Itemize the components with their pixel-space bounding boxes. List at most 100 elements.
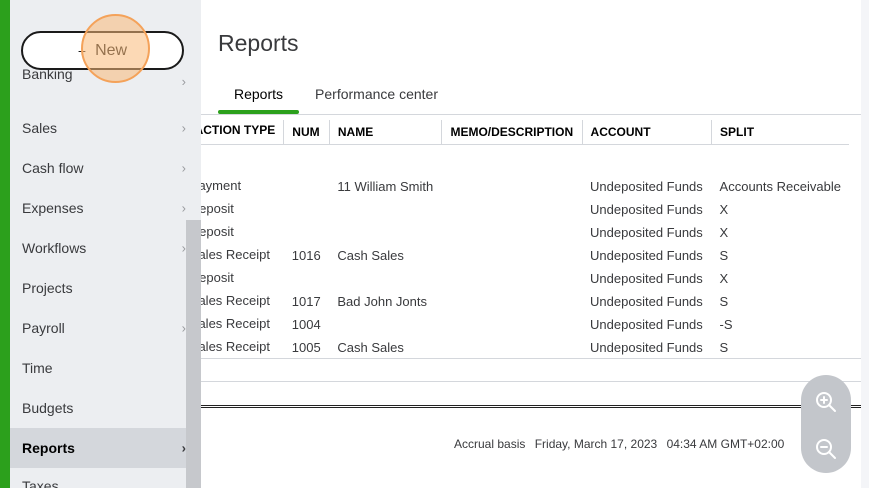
table-cell: [329, 198, 442, 221]
sidebar-item-cash-flow[interactable]: Cash flow ›: [10, 148, 191, 188]
transaction-type-text: Sales Receipt: [201, 315, 270, 331]
report-table: TRANSACTION TYPE NUM NAME MEMO/DESCRIPTI…: [201, 120, 849, 359]
sidebar-item-reports[interactable]: Reports ›: [10, 428, 191, 468]
sidebar-nav: Banking › Sales › Cash flow › Expenses ›…: [10, 68, 191, 488]
table-row[interactable]: Payment 11 William Smith Undeposited Funds…: [201, 175, 849, 198]
table-cell: [442, 175, 582, 198]
main-content: Reports Reports Performance center TRANS…: [201, 0, 869, 488]
brand-accent-bar: [0, 0, 10, 488]
table-cell: 1016: [291, 248, 321, 263]
tab-reports[interactable]: Reports: [218, 78, 300, 114]
table-cell: [442, 221, 582, 244]
tab-bar: Reports Performance center: [218, 78, 454, 114]
table-cell: Cash Sales: [337, 340, 404, 355]
accounting-basis: Accrual basis: [454, 437, 526, 451]
transaction-type-text: Payment: [201, 177, 242, 193]
table-cell: S: [719, 294, 729, 309]
table-cell: 11 William Smith: [337, 179, 434, 194]
transaction-type-text: Deposit: [201, 223, 234, 239]
sidebar-item-label: Payroll: [22, 320, 65, 336]
column-header-name[interactable]: NAME: [329, 120, 443, 145]
table-cell: Cash Sales: [337, 248, 404, 263]
table-cell: Deposit: [201, 198, 284, 221]
new-button[interactable]: + New: [21, 31, 184, 70]
table-header-row: TRANSACTION TYPE NUM NAME MEMO/DESCRIPTI…: [201, 120, 849, 145]
table-cell: Accounts Receivable: [719, 179, 841, 194]
zoom-out-button[interactable]: [801, 424, 851, 473]
sidebar-item-sales[interactable]: Sales ›: [10, 108, 191, 148]
table-cell: Sales Receipt: [201, 244, 284, 267]
table-cell: X: [719, 202, 729, 217]
plus-icon: +: [77, 42, 87, 59]
zoom-controls: [801, 375, 851, 473]
sidebar-item-label: Cash flow: [22, 160, 84, 176]
sidebar-item-time[interactable]: Time: [10, 348, 191, 388]
column-header-transaction-type[interactable]: TRANSACTION TYPE: [201, 120, 285, 145]
sidebar-item-banking[interactable]: Banking ›: [10, 68, 191, 108]
table-cell: [442, 313, 582, 336]
sidebar: Banking › Sales › Cash flow › Expenses ›…: [0, 0, 201, 488]
app-window: Banking › Sales › Cash flow › Expenses ›…: [0, 0, 869, 488]
sidebar-item-label: Banking: [22, 68, 73, 82]
table-bottom-divider: [201, 358, 869, 359]
table-cell: Undeposited Funds: [590, 179, 703, 194]
transaction-type-text: Deposit: [201, 269, 234, 285]
table-cell: [284, 267, 330, 290]
column-header-split[interactable]: SPLIT: [711, 120, 849, 145]
sidebar-item-projects[interactable]: Projects: [10, 268, 191, 308]
column-header-memo-description[interactable]: MEMO/DESCRIPTION: [441, 120, 583, 145]
chevron-right-icon: ›: [181, 74, 186, 89]
table-cell: [442, 198, 582, 221]
new-button-label: New: [95, 41, 128, 59]
table-cell: [442, 267, 582, 290]
table-row[interactable]: Sales Receipt 1016 Cash Sales Undeposited F…: [201, 244, 849, 267]
sidebar-item-expenses[interactable]: Expenses ›: [10, 188, 191, 228]
report-footer: Accrual basis Friday, March 17, 2023 04:…: [454, 437, 790, 451]
sidebar-item-payroll[interactable]: Payroll ›: [10, 308, 191, 348]
table-cell: Deposit: [201, 267, 284, 290]
table-cell: Undeposited Funds: [590, 340, 703, 355]
chevron-right-icon: ›: [181, 160, 186, 176]
table-cell: 1017: [291, 294, 321, 309]
table-cell: Undeposited Funds: [590, 225, 703, 240]
transaction-type-text: Sales Receipt: [201, 246, 270, 262]
table-cell: [284, 198, 330, 221]
table-cell: [284, 221, 330, 244]
table-cell: [284, 175, 330, 198]
page-title: Reports: [218, 30, 299, 56]
table-cell: [329, 313, 442, 336]
zoom-in-button[interactable]: [801, 377, 851, 426]
table-row[interactable]: Sales Receipt 1004 Undeposited Funds -S: [201, 313, 849, 336]
sidebar-scrollbar[interactable]: [186, 220, 201, 488]
table-cell: S: [719, 340, 729, 355]
table-cell: Undeposited Funds: [590, 271, 703, 286]
sidebar-item-budgets[interactable]: Budgets: [10, 388, 191, 428]
sidebar-item-label: Projects: [22, 280, 73, 296]
zoom-out-icon: [816, 438, 836, 459]
tab-divider: [201, 114, 869, 115]
table-cell: Deposit: [201, 221, 284, 244]
window-edge: [861, 0, 869, 488]
sidebar-item-taxes[interactable]: Taxes: [10, 468, 191, 488]
column-header-account[interactable]: ACCOUNT: [582, 120, 713, 145]
table-row[interactable]: Deposit Undeposited Funds X: [201, 198, 849, 221]
table-cell: Undeposited Funds: [590, 248, 703, 263]
sidebar-item-label: Workflows: [22, 240, 87, 256]
table-cell: X: [719, 225, 729, 240]
table-row[interactable]: Sales Receipt 1017 Bad John Jonts Undeposit…: [201, 290, 849, 313]
sidebar-item-label: Budgets: [22, 400, 74, 416]
sidebar-item-workflows[interactable]: Workflows ›: [10, 228, 191, 268]
table-cell: [442, 290, 582, 313]
tab-performance-center[interactable]: Performance center: [299, 78, 454, 114]
table-row[interactable]: Deposit Undeposited Funds X: [201, 267, 849, 290]
sidebar-item-label: Time: [22, 360, 53, 376]
table-cell: [329, 221, 442, 244]
column-header-num[interactable]: NUM: [283, 120, 330, 145]
total-divider: [201, 381, 869, 382]
sidebar-item-label: Taxes: [22, 478, 59, 488]
table-row[interactable]: Sales Receipt 1005 Cash Sales Undeposited F…: [201, 336, 849, 359]
sidebar-item-label: Sales: [22, 120, 58, 136]
table-cell: 1004: [291, 317, 321, 332]
table-row[interactable]: Deposit Undeposited Funds X: [201, 221, 849, 244]
report-date: Friday, March 17, 2023: [534, 437, 658, 451]
